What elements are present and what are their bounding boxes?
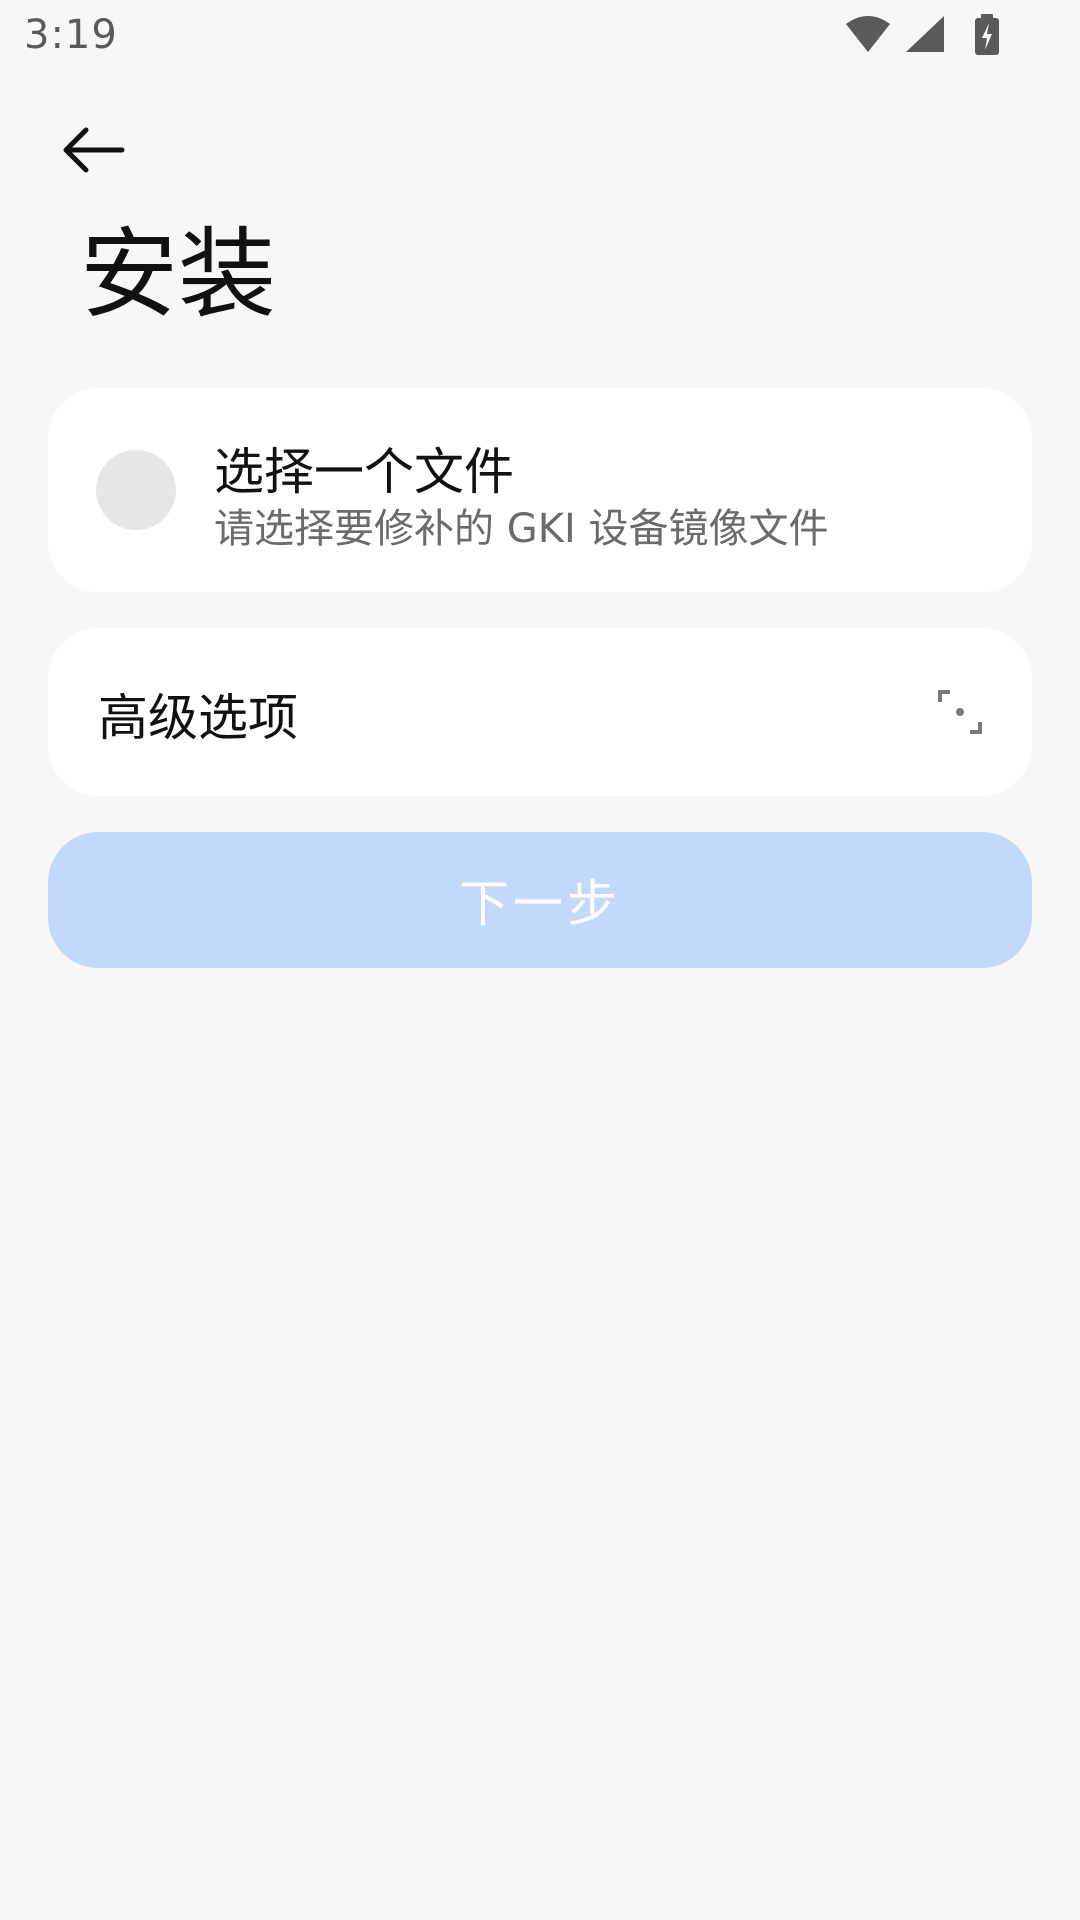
page-title: 安装 (80, 218, 277, 332)
arrow-left-icon (63, 127, 125, 173)
select-file-subtitle: 请选择要修补的 GKI 设备镜像文件 (214, 506, 829, 552)
select-file-title: 选择一个文件 (214, 443, 514, 501)
file-radio-button[interactable] (96, 450, 176, 530)
battery-charging-icon (975, 14, 999, 55)
back-button[interactable] (60, 112, 156, 188)
select-file-card[interactable]: 选择一个文件 请选择要修补的 GKI 设备镜像文件 (48, 388, 1032, 592)
advanced-options-label: 高级选项 (98, 689, 298, 747)
advanced-options-card[interactable]: 高级选项 (48, 628, 1032, 796)
expand-icon (938, 690, 982, 734)
status-time: 3:19 (24, 12, 118, 58)
status-bar: 3:19 (0, 0, 1080, 72)
next-button[interactable]: 下一步 (48, 832, 1032, 968)
wifi-icon (846, 16, 890, 52)
signal-icon (906, 16, 944, 52)
